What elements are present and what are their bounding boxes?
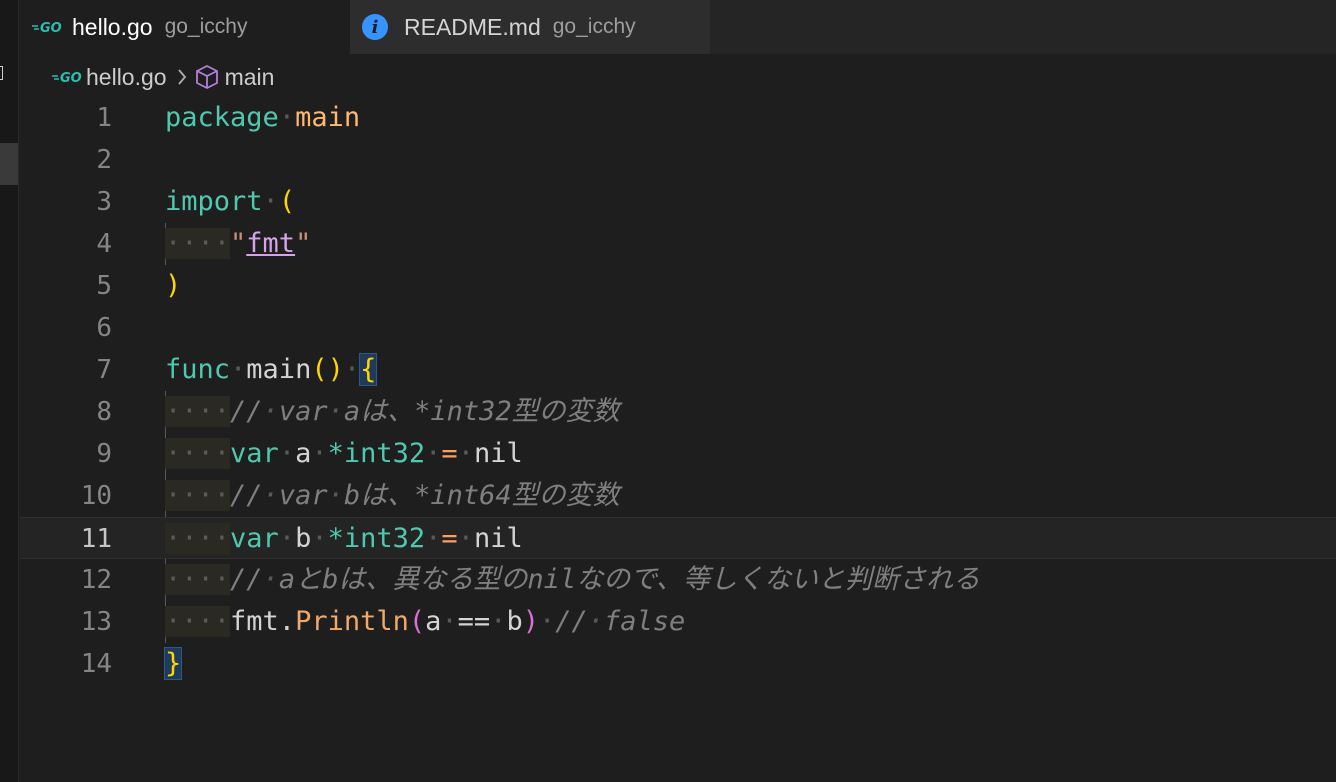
identifier: b — [295, 523, 312, 554]
line-number: 5 — [96, 271, 112, 301]
code-line[interactable]: 8 ····//·var·aは、*int32型の変数 — [20, 391, 1336, 433]
keyword: var — [230, 438, 279, 469]
line-number: 11 — [80, 524, 112, 554]
close-brace: } — [163, 647, 183, 680]
string-quote: " — [295, 228, 312, 259]
line-number: 6 — [96, 313, 112, 343]
close-paren: ) — [165, 270, 182, 301]
chevron-right-icon — [177, 68, 187, 86]
tab-bar: GO hello.go go_icchy i README.md go_icch… — [20, 0, 1336, 54]
operator: == — [457, 606, 491, 637]
tab-folder-name: go_icchy — [164, 15, 248, 38]
module-cube-icon — [195, 64, 219, 90]
tab-hello-go[interactable]: GO hello.go go_icchy — [20, 0, 350, 54]
go-icon: GO — [32, 17, 66, 37]
nil-literal: nil — [473, 438, 523, 469]
svg-text:GO: GO — [60, 71, 82, 85]
comment: //·aとbは、異なる型のnilなので、等しくないと判断される — [230, 564, 981, 595]
function-call: Println — [295, 606, 409, 637]
operator: = — [441, 523, 458, 554]
tab-folder-name: go_icchy — [552, 15, 636, 38]
activity-bar — [0, 0, 19, 782]
identifier: a — [425, 606, 442, 637]
function-name: main — [246, 354, 312, 385]
code-line[interactable]: 13 ····fmt.Println(a·==·b)·//·false — [20, 601, 1336, 643]
line-number: 4 — [96, 229, 112, 259]
comment: //·false — [555, 606, 686, 637]
string-quote: " — [230, 228, 247, 259]
line-number: 12 — [80, 565, 112, 595]
close-paren: ) — [522, 606, 539, 637]
breadcrumb-symbol[interactable]: main — [225, 64, 275, 91]
code-line[interactable]: 14 } — [20, 643, 1336, 685]
line-number: 10 — [80, 481, 112, 511]
open-paren: ( — [278, 186, 296, 217]
line-number: 2 — [96, 145, 112, 175]
panel-edge-icon[interactable] — [0, 66, 3, 80]
nil-literal: nil — [473, 523, 523, 554]
code-line[interactable]: 3 import·( — [20, 181, 1336, 223]
line-number: 3 — [96, 187, 112, 217]
comment: //·var·bは、*int64型の変数 — [230, 480, 620, 511]
code-line[interactable]: 12 ····//·aとbは、異なる型のnilなので、等しくないと判断される — [20, 559, 1336, 601]
line-number: 7 — [96, 355, 112, 385]
tab-file-name: hello.go — [72, 13, 153, 40]
code-line[interactable]: 2 — [20, 139, 1336, 181]
type-name: *int32 — [327, 438, 426, 469]
svg-text:GO: GO — [40, 21, 62, 35]
line-number: 14 — [80, 649, 112, 679]
code-line[interactable]: 7 func·main()·{ — [20, 349, 1336, 391]
keyword: import — [165, 186, 263, 217]
info-icon: i — [362, 14, 388, 40]
line-number: 13 — [80, 607, 112, 637]
line-number: 8 — [96, 397, 112, 427]
go-icon: GO — [52, 67, 86, 87]
package-ref: fmt. — [230, 606, 296, 637]
code-editor[interactable]: 1 package·main 2 3 import·( 4 ····"fmt" … — [20, 97, 1336, 782]
tab-file-name: README.md — [404, 13, 541, 40]
package-name: main — [295, 102, 361, 133]
type-name: *int32 — [327, 523, 426, 554]
code-line[interactable]: 6 — [20, 307, 1336, 349]
breadcrumb-file[interactable]: hello.go — [86, 64, 167, 91]
parens: () — [311, 354, 344, 385]
code-line[interactable]: 10 ····//·var·bは、*int64型の変数 — [20, 475, 1336, 517]
code-line-current[interactable]: 11 ····var·b·*int32·=·nil — [20, 517, 1336, 559]
line-number: 9 — [96, 439, 112, 469]
open-paren: ( — [408, 606, 426, 637]
code-line[interactable]: 1 package·main — [20, 97, 1336, 139]
code-line[interactable]: 9 ····var·a·*int32·=·nil — [20, 433, 1336, 475]
keyword: func — [165, 354, 231, 385]
keyword: package — [165, 102, 279, 133]
identifier: a — [295, 438, 312, 469]
operator: = — [441, 438, 458, 469]
line-number: 1 — [96, 103, 112, 133]
tab-readme[interactable]: i README.md go_icchy — [350, 0, 710, 54]
open-brace: { — [359, 353, 378, 386]
keyword: var — [230, 523, 279, 554]
code-line[interactable]: 5 ) — [20, 265, 1336, 307]
comment: //·var·aは、*int32型の変数 — [230, 396, 620, 427]
import-path: fmt — [246, 228, 296, 259]
code-line[interactable]: 4 ····"fmt" — [20, 223, 1336, 265]
active-activity-marker[interactable] — [0, 143, 18, 185]
breadcrumb: GO hello.go main — [52, 58, 274, 96]
identifier: b — [506, 606, 523, 637]
